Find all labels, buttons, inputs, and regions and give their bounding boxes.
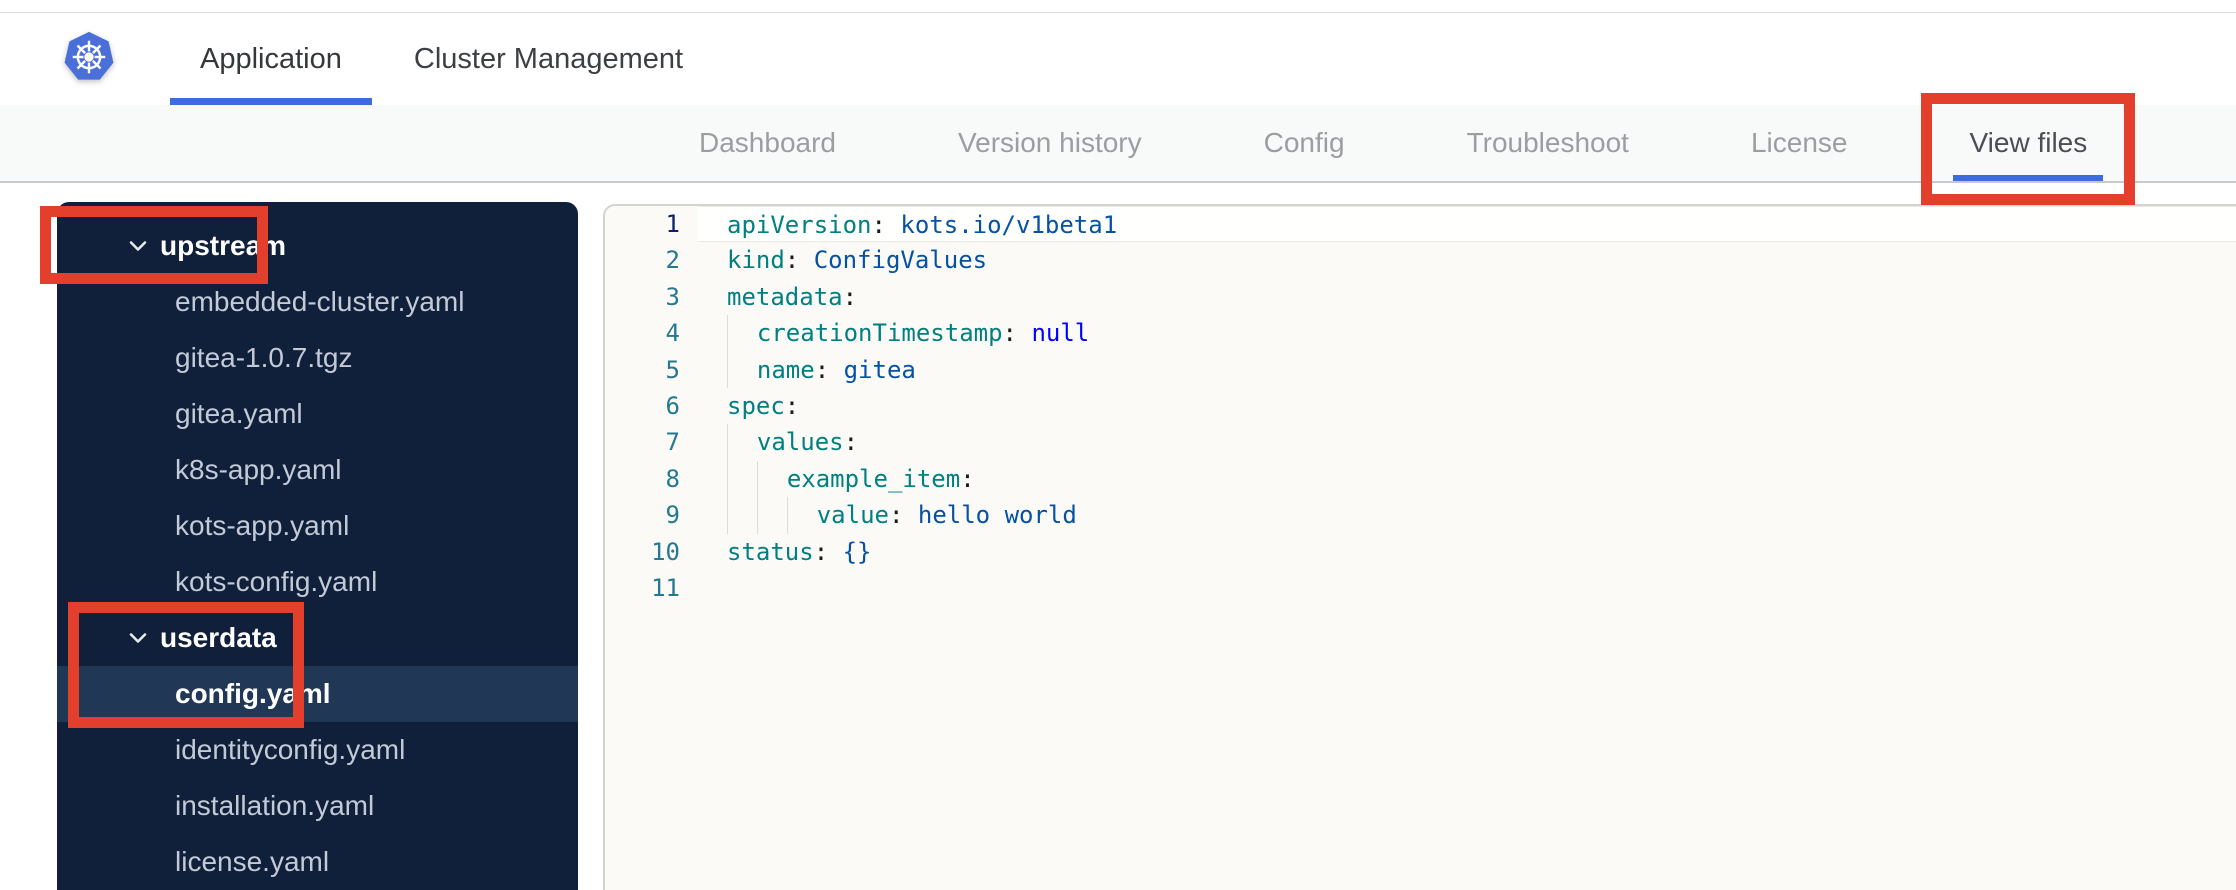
nav-item-version-history[interactable]: Version history <box>936 105 1164 181</box>
file-label: gitea-1.0.7.tgz <box>175 342 353 373</box>
file-label: gitea.yaml <box>175 398 303 429</box>
code-line-2[interactable]: 2 kind: ConfigValues <box>605 242 2236 278</box>
nav-item-license[interactable]: License <box>1729 105 1870 181</box>
code-line-10[interactable]: 10 status: {} <box>605 534 2236 570</box>
line-number: 7 <box>665 428 680 457</box>
line-number: 5 <box>665 355 680 384</box>
line-number: 11 <box>651 573 680 602</box>
sidebar-item-embedded-cluster-yaml[interactable]: embedded-cluster.yaml <box>57 274 578 330</box>
code-line-1[interactable]: 1 apiVersion: kots.io/v1beta1 <box>605 206 2236 243</box>
code-text: spec: <box>727 391 800 420</box>
file-label: identityconfig.yaml <box>175 734 406 765</box>
app-level-tabs: Application Cluster Management <box>170 13 713 105</box>
kubernetes-logo-icon <box>63 31 115 83</box>
file-label: kots-config.yaml <box>175 566 378 597</box>
line-number: 10 <box>651 537 680 566</box>
sidebar-item-k8s-app-yaml[interactable]: k8s-app.yaml <box>57 442 578 498</box>
file-label: kots-app.yaml <box>175 510 350 541</box>
code-line-4[interactable]: 4 creationTimestamp: null <box>605 315 2236 352</box>
nav-item-label: Config <box>1263 127 1345 158</box>
code-line-5[interactable]: 5 name: gitea <box>605 351 2236 388</box>
line-number: 4 <box>665 319 680 348</box>
code-text: creationTimestamp: null <box>698 315 2236 352</box>
nav-item-config[interactable]: Config <box>1242 105 1367 181</box>
file-tree-sidebar: upstream embedded-cluster.yaml gitea-1.0.7… <box>57 202 578 890</box>
nav-item-label: Dashboard <box>699 127 836 158</box>
file-label: license.yaml <box>175 846 330 877</box>
kots-admin-console: Application Cluster Management Dashboard V… <box>0 0 2236 890</box>
code-line-11[interactable]: 11 <box>605 570 2236 606</box>
line-number: 2 <box>665 246 680 275</box>
nav-item-label: View files <box>1969 127 2088 158</box>
folder-label: userdata <box>160 622 277 653</box>
chevron-down-icon[interactable] <box>127 627 149 649</box>
code-text: metadata: <box>727 282 858 311</box>
nav-item-dashboard[interactable]: Dashboard <box>677 105 858 181</box>
code-text: status: {} <box>727 537 872 566</box>
sidebar-item-kots-config-yaml[interactable]: kots-config.yaml <box>57 554 578 610</box>
line-number: 3 <box>665 282 680 311</box>
nav-item-label: License <box>1750 127 1848 158</box>
folder-label: upstream <box>160 230 287 261</box>
file-label: k8s-app.yaml <box>175 454 342 485</box>
sidebar-item-config-yaml[interactable]: config.yaml <box>57 666 578 722</box>
code-text: values: <box>698 424 2236 461</box>
line-number: 8 <box>665 464 680 493</box>
line-number: 9 <box>665 501 680 530</box>
nav-item-view-files[interactable]: View files <box>1921 93 2136 205</box>
sidebar-item-upstream[interactable]: upstream <box>57 218 578 274</box>
line-number: 6 <box>665 391 680 420</box>
code-line-8[interactable]: 8 example_item: <box>605 460 2236 498</box>
chevron-down-icon[interactable] <box>127 235 149 257</box>
file-label: config.yaml <box>175 678 331 709</box>
line-number: 1 <box>665 210 680 238</box>
sidebar-item-installation-yaml[interactable]: installation.yaml <box>57 778 578 834</box>
nav-item-label: Version history <box>957 127 1142 158</box>
code-line-3[interactable]: 3 metadata: <box>605 279 2236 315</box>
file-label: embedded-cluster.yaml <box>175 286 465 317</box>
sidebar-item-gitea-yaml[interactable]: gitea.yaml <box>57 386 578 442</box>
code-text: name: gitea <box>698 351 2236 388</box>
nav-item-label: Troubleshoot <box>1466 127 1629 158</box>
tab-cluster-management[interactable]: Cluster Management <box>384 13 713 105</box>
code-text: example_item: <box>698 460 2236 498</box>
application-nav: Dashboard Version history Config Troublesho… <box>0 93 2236 205</box>
code-editor[interactable]: 1 apiVersion: kots.io/v1beta1 2 kind: Confi… <box>603 204 2236 890</box>
sidebar-item-gitea-1-0-7-tgz[interactable]: gitea-1.0.7.tgz <box>57 330 578 386</box>
sidebar-item-license-yaml[interactable]: license.yaml <box>57 834 578 890</box>
code-line-6[interactable]: 6 spec: <box>605 388 2236 424</box>
code-text: value: hello world <box>698 497 2236 534</box>
code-line-9[interactable]: 9 value: hello world <box>605 497 2236 534</box>
sidebar-item-kots-app-yaml[interactable]: kots-app.yaml <box>57 498 578 554</box>
code-line-7[interactable]: 7 values: <box>605 424 2236 461</box>
sidebar-item-identityconfig-yaml[interactable]: identityconfig.yaml <box>57 722 578 778</box>
tab-application[interactable]: Application <box>170 13 372 105</box>
sidebar-item-userdata[interactable]: userdata <box>57 610 578 666</box>
code-text: kind: ConfigValues <box>727 246 988 275</box>
nav-item-troubleshoot[interactable]: Troubleshoot <box>1445 105 1651 181</box>
file-label: installation.yaml <box>175 790 375 821</box>
code-lines: 1 apiVersion: kots.io/v1beta1 2 kind: Confi… <box>605 206 2236 606</box>
top-bar: Application Cluster Management <box>0 13 2236 105</box>
code-text: apiVersion: kots.io/v1beta1 <box>698 206 2236 243</box>
